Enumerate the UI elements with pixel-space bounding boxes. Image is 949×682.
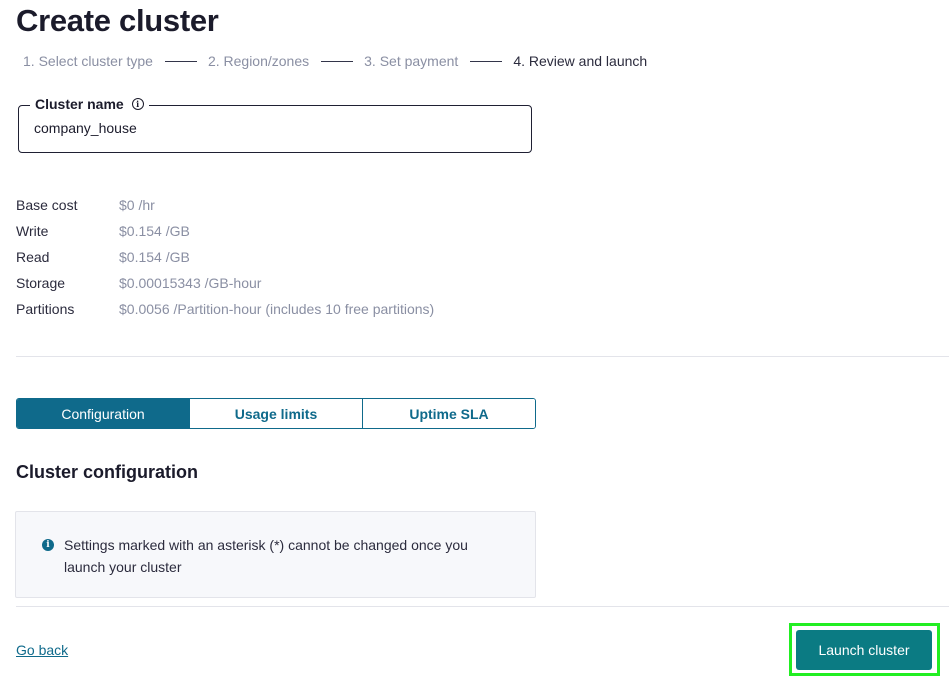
tab-uptime-sla[interactable]: Uptime SLA	[362, 399, 535, 428]
tab-configuration[interactable]: Configuration	[17, 399, 189, 428]
cost-value: $0.154 /GB	[119, 223, 190, 239]
footer-divider	[16, 606, 949, 607]
cost-label: Read	[16, 249, 50, 265]
cost-row-storage: Storage $0.00015343 /GB-hour	[16, 270, 434, 296]
step-separator	[321, 60, 354, 62]
tab-usage-limits[interactable]: Usage limits	[189, 399, 362, 428]
section-divider	[16, 356, 949, 357]
launch-cluster-button[interactable]: Launch cluster	[796, 630, 932, 670]
cost-row-partitions: Partitions $0.0056 /Partition-hour (incl…	[16, 296, 434, 322]
cost-row-base-cost: Base cost $0 /hr	[16, 192, 434, 218]
cluster-name-field: Cluster name i	[18, 96, 532, 153]
step-set-payment: 3. Set payment	[364, 53, 459, 69]
cluster-name-input[interactable]	[34, 120, 514, 136]
step-select-cluster-type: 1. Select cluster type	[23, 53, 153, 69]
cost-row-read: Read $0.154 /GB	[16, 244, 434, 270]
cost-row-write: Write $0.154 /GB	[16, 218, 434, 244]
cost-value: $0 /hr	[119, 197, 155, 213]
page-title: Create cluster	[16, 3, 219, 38]
notice-text: Settings marked with an asterisk (*) can…	[64, 537, 468, 575]
info-notice: i Settings marked with an asterisk (*) c…	[15, 511, 536, 598]
cluster-name-label: Cluster name i	[30, 96, 149, 112]
info-icon[interactable]: i	[131, 98, 144, 110]
cost-label: Partitions	[16, 301, 75, 317]
cost-summary: Base cost $0 /hr Write $0.154 /GB Read $…	[16, 192, 434, 322]
cost-value: $0.0056 /Partition-hour (includes 10 fre…	[119, 301, 435, 317]
config-tabs: Configuration Usage limits Uptime SLA	[16, 398, 536, 429]
cost-label: Base cost	[16, 197, 78, 213]
step-review-and-launch: 4. Review and launch	[513, 53, 648, 69]
cost-value: $0.00015343 /GB-hour	[119, 275, 262, 291]
cost-value: $0.154 /GB	[119, 249, 190, 265]
step-region-zones: 2. Region/zones	[207, 53, 310, 69]
cost-label: Storage	[16, 275, 66, 291]
go-back-link[interactable]: Go back	[16, 642, 68, 658]
section-title: Cluster configuration	[16, 462, 199, 482]
step-separator	[470, 60, 503, 62]
cost-label: Write	[16, 223, 49, 239]
step-separator	[164, 60, 197, 62]
info-icon: i	[42, 539, 54, 551]
cluster-name-label-text: Cluster name	[35, 96, 124, 112]
stepper: 1. Select cluster type 2. Region/zones 3…	[23, 52, 647, 70]
